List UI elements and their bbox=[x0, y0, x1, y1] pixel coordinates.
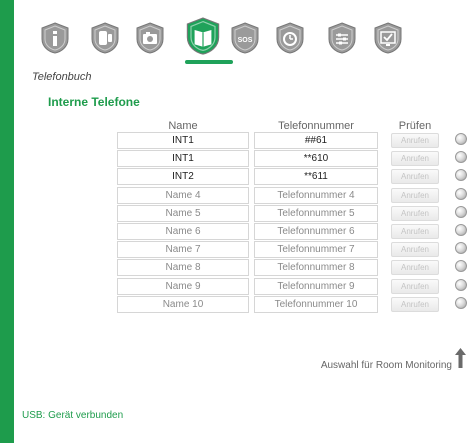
subsection-title: Interne Telefone bbox=[48, 95, 140, 109]
call-button[interactable]: Anrufen bbox=[391, 133, 439, 148]
room-monitoring-radio[interactable] bbox=[455, 224, 467, 236]
svg-text:SOS: SOS bbox=[238, 37, 253, 44]
room-monitoring-radio[interactable] bbox=[455, 278, 467, 291]
room-monitoring-radio[interactable] bbox=[455, 242, 467, 255]
phone-number-field[interactable]: Telefonnummer 6 bbox=[254, 223, 378, 240]
call-button[interactable]: Anrufen bbox=[391, 169, 439, 185]
table-row: Name 10 Telefonnummer 10 Anrufen bbox=[0, 295, 468, 313]
section-title: Telefonbuch bbox=[32, 71, 92, 83]
camera-icon[interactable] bbox=[135, 22, 165, 54]
room-monitoring-radio[interactable] bbox=[455, 205, 467, 218]
phone-number-field[interactable]: Telefonnummer 9 bbox=[254, 277, 378, 295]
table-row: Name 9 Telefonnummer 9 Anrufen bbox=[0, 277, 468, 295]
name-field[interactable]: Name 10 bbox=[117, 295, 249, 313]
alarm-clock-icon[interactable] bbox=[275, 22, 305, 54]
name-field[interactable]: INT1 bbox=[117, 132, 249, 149]
call-button[interactable]: Anrufen bbox=[391, 278, 439, 294]
call-button[interactable]: Anrufen bbox=[391, 187, 439, 203]
settings-sliders-icon[interactable] bbox=[327, 22, 357, 54]
room-monitoring-radio[interactable] bbox=[455, 260, 467, 273]
room-monitoring-radio[interactable] bbox=[455, 187, 467, 200]
phone-number-field[interactable]: **611 bbox=[254, 168, 378, 186]
table-row: INT1 **610 Anrufen bbox=[0, 150, 468, 168]
call-button[interactable]: Anrufen bbox=[391, 260, 439, 276]
name-field[interactable]: Name 7 bbox=[117, 241, 249, 259]
phone-icon[interactable] bbox=[90, 22, 120, 54]
phone-number-field[interactable]: Telefonnummer 5 bbox=[254, 204, 378, 222]
call-button[interactable]: Anrufen bbox=[391, 296, 439, 312]
room-monitoring-radio[interactable] bbox=[455, 296, 467, 309]
room-monitoring-radio[interactable] bbox=[455, 169, 467, 182]
up-arrow-icon[interactable] bbox=[455, 348, 466, 370]
column-header-number: Telefonnummer bbox=[278, 120, 354, 132]
active-tab-indicator bbox=[185, 60, 233, 64]
monitor-check-icon[interactable] bbox=[373, 22, 403, 54]
phone-number-field[interactable]: Telefonnummer 10 bbox=[254, 295, 378, 313]
call-button[interactable]: Anrufen bbox=[391, 224, 439, 239]
table-row: Name 8 Telefonnummer 8 Anrufen bbox=[0, 259, 468, 277]
name-field[interactable]: Name 5 bbox=[117, 204, 249, 222]
usb-status: USB: Gerät verbunden bbox=[22, 410, 124, 421]
sos-icon[interactable]: SOS bbox=[230, 22, 260, 54]
phone-number-field[interactable]: **610 bbox=[254, 150, 378, 168]
table-row: Name 6 Telefonnummer 6 Anrufen bbox=[0, 223, 468, 240]
column-header-check: Prüfen bbox=[398, 120, 432, 132]
column-header-name: Name bbox=[168, 120, 198, 132]
info-icon[interactable] bbox=[40, 22, 70, 54]
room-monitoring-radio[interactable] bbox=[455, 133, 467, 145]
room-monitoring-label: Auswahl für Room Monitoring bbox=[320, 360, 452, 371]
name-field[interactable]: INT1 bbox=[117, 150, 249, 168]
table-row: Name 4 Telefonnummer 4 Anrufen bbox=[0, 186, 468, 204]
table-row: INT1 ##61 Anrufen bbox=[0, 132, 468, 149]
phone-number-field[interactable]: Telefonnummer 4 bbox=[254, 186, 378, 204]
phone-number-field[interactable]: Telefonnummer 7 bbox=[254, 241, 378, 259]
name-field[interactable]: Name 8 bbox=[117, 259, 249, 277]
phone-number-field[interactable]: ##61 bbox=[254, 132, 378, 149]
phone-number-field[interactable]: Telefonnummer 8 bbox=[254, 259, 378, 277]
name-field[interactable]: Name 4 bbox=[117, 186, 249, 204]
name-field[interactable]: Name 6 bbox=[117, 223, 249, 240]
call-button[interactable]: Anrufen bbox=[391, 242, 439, 258]
name-field[interactable]: Name 9 bbox=[117, 277, 249, 295]
call-button[interactable]: Anrufen bbox=[391, 151, 439, 167]
call-button[interactable]: Anrufen bbox=[391, 205, 439, 221]
table-row: Name 7 Telefonnummer 7 Anrufen bbox=[0, 241, 468, 259]
name-field[interactable]: INT2 bbox=[117, 168, 249, 186]
table-row: INT2 **611 Anrufen bbox=[0, 168, 468, 186]
icon-toolbar: SOS bbox=[40, 12, 450, 64]
phonebook-icon[interactable] bbox=[185, 16, 221, 56]
table-row: Name 5 Telefonnummer 5 Anrufen bbox=[0, 204, 468, 222]
room-monitoring-radio[interactable] bbox=[455, 151, 467, 164]
